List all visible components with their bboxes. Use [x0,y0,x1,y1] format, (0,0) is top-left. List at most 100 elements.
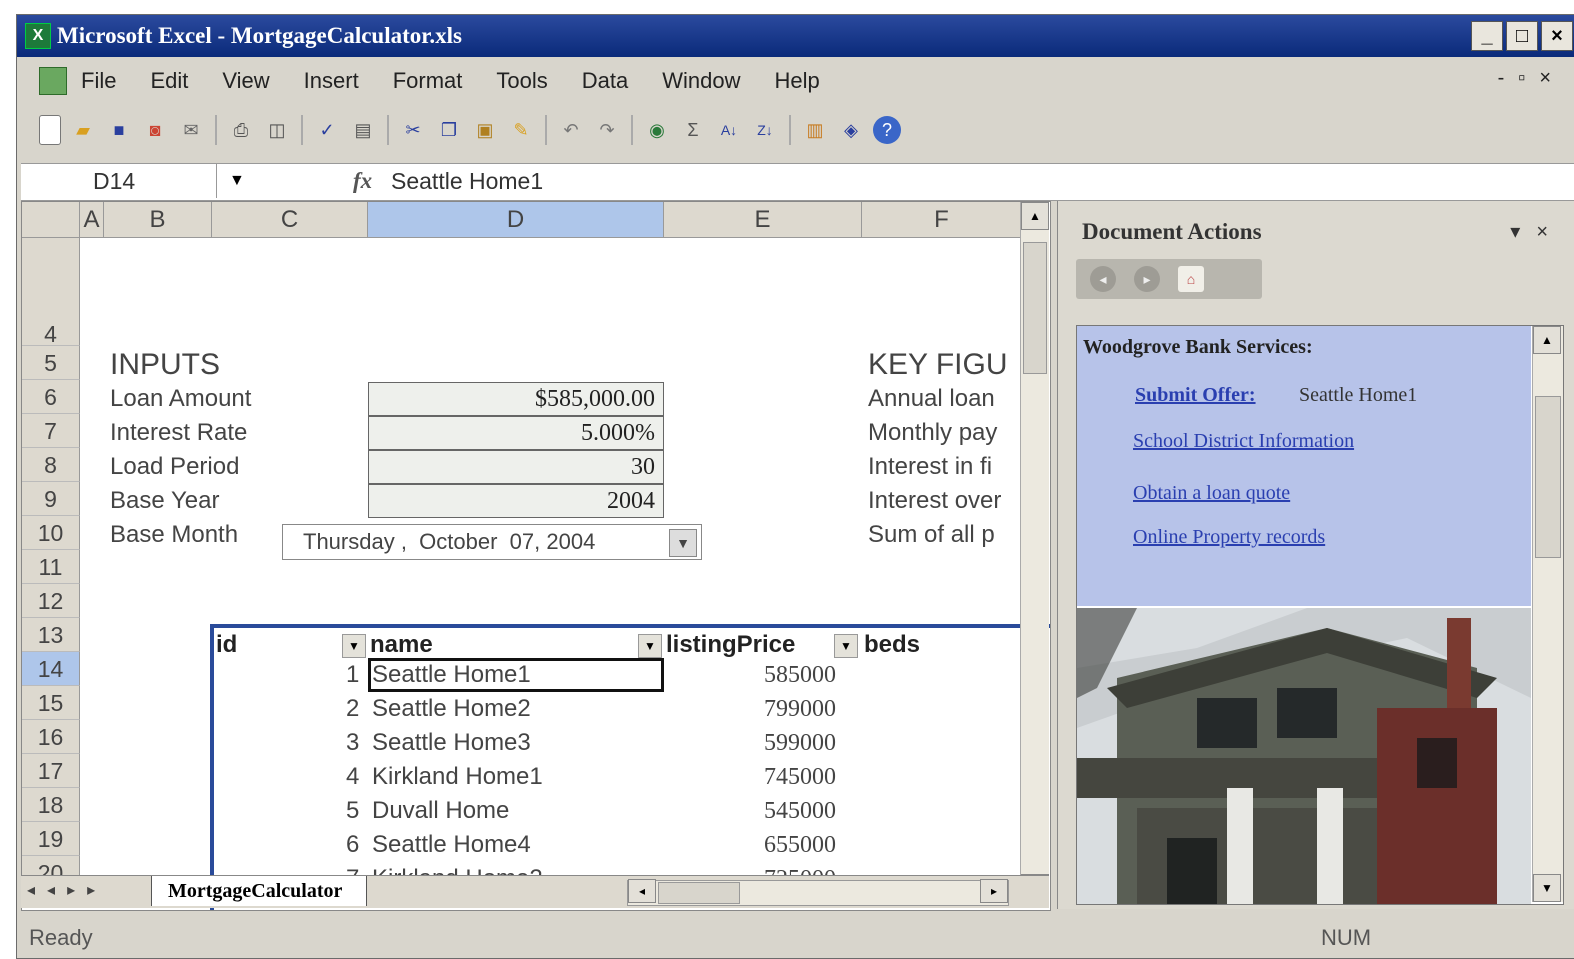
name-box[interactable]: D14 [21,164,217,198]
task-pane-scroll-thumb[interactable] [1535,396,1561,558]
scroll-left-icon[interactable]: ◂ [628,879,656,903]
save-icon[interactable]: ■ [105,116,133,144]
menu-help[interactable]: Help [774,68,819,94]
row-header-6[interactable]: 6 [22,380,80,414]
list-row-name[interactable]: Seattle Home4 [372,828,531,862]
list-row-id[interactable]: 4 [346,760,359,794]
forward-icon[interactable]: ▸ [1134,266,1160,292]
loan-quote-link[interactable]: Obtain a loan quote [1133,482,1290,505]
list-row-name[interactable]: Duvall Home [372,794,509,828]
row-header-4[interactable]: 4 [22,238,80,347]
row-header-18[interactable]: 18 [22,788,80,822]
list-row-price[interactable]: 655000 [764,828,836,862]
row-header-10[interactable]: 10 [22,516,80,550]
autosum-icon[interactable]: Σ [679,116,707,144]
list-row-name[interactable]: Kirkland Home1 [372,760,543,794]
back-icon[interactable]: ◂ [1090,266,1116,292]
list-row-id[interactable]: 1 [346,658,359,692]
list-row-id[interactable]: 6 [346,828,359,862]
workbook-window-controls[interactable]: -▫× [1498,67,1565,90]
row-header-7[interactable]: 7 [22,414,80,448]
scroll-thumb[interactable] [1023,242,1047,374]
submit-offer-link[interactable]: Submit Offer: [1135,384,1256,407]
row-header-5[interactable]: 5 [22,346,80,380]
print-icon[interactable]: ⎙ [227,116,255,144]
column-header-e[interactable]: E [664,202,862,238]
workbook-icon[interactable] [39,67,67,95]
menu-file[interactable]: File [81,68,116,94]
select-all-corner[interactable] [22,202,80,238]
menu-tools[interactable]: Tools [496,68,547,94]
horizontal-scrollbar[interactable]: ◂ ▸ [627,879,1009,906]
copy-icon[interactable]: ❐ [435,116,463,144]
menu-view[interactable]: View [222,68,269,94]
load-period-input[interactable]: 30 [368,450,664,484]
vertical-scrollbar[interactable]: ▲ ▼ [1020,202,1049,902]
filter-dropdown-icon[interactable]: ▼ [638,634,662,658]
email-icon[interactable]: ✉ [177,116,205,144]
name-box-dropdown-icon[interactable]: ▼ [229,164,245,198]
paste-icon[interactable]: ▣ [471,116,499,144]
base-month-date-picker[interactable]: Thursday , October 07, 2004 ▼ [282,524,702,560]
scroll-up-icon[interactable]: ▲ [1533,326,1561,354]
filter-dropdown-icon[interactable]: ▼ [342,634,366,658]
row-header-9[interactable]: 9 [22,482,80,516]
redo-icon[interactable]: ↷ [593,116,621,144]
school-district-link[interactable]: School District Information [1133,430,1354,453]
help-icon[interactable]: ? [873,116,901,144]
row-header-15[interactable]: 15 [22,686,80,720]
list-row-name[interactable]: Seattle Home2 [372,692,531,726]
hyperlink-icon[interactable]: ◉ [643,116,671,144]
list-row-name[interactable]: Seattle Home3 [372,726,531,760]
date-dropdown-icon[interactable]: ▼ [669,529,697,557]
chart-wizard-icon[interactable]: ▥ [801,116,829,144]
insert-function-icon[interactable]: fx [353,164,372,198]
active-cell-d14[interactable] [368,658,664,692]
undo-icon[interactable]: ↶ [557,116,585,144]
filter-dropdown-icon[interactable]: ▼ [834,634,858,658]
open-icon[interactable]: ▰ [69,116,97,144]
row-header-11[interactable]: 11 [22,550,80,584]
scroll-down-icon[interactable]: ▼ [1533,874,1561,902]
base-year-input[interactable]: 2004 [368,484,664,518]
horizontal-scroll-thumb[interactable] [658,882,740,904]
list-row-id[interactable]: 2 [346,692,359,726]
close-button[interactable]: × [1541,21,1573,51]
scroll-right-icon[interactable]: ▸ [980,879,1008,903]
column-header-f[interactable]: F [862,202,1022,238]
home-icon[interactable]: ⌂ [1178,266,1204,292]
row-header-17[interactable]: 17 [22,754,80,788]
new-icon[interactable] [39,115,61,145]
column-header-d[interactable]: D [368,202,664,238]
format-painter-icon[interactable]: ✎ [507,116,535,144]
task-pane-controls[interactable]: ▾× [1510,219,1564,244]
row-header-12[interactable]: 12 [22,584,80,618]
sort-ascending-icon[interactable]: A↓ [715,116,743,144]
worksheet-grid[interactable]: A B C D E F 4 5 6 7 8 9 10 11 12 13 14 1… [21,201,1051,911]
sort-descending-icon[interactable]: Z↓ [751,116,779,144]
list-row-price[interactable]: 799000 [764,692,836,726]
column-header-b[interactable]: B [104,202,212,238]
tab-navigation-icons[interactable]: ◂◂▸▸ [27,880,107,900]
menu-insert[interactable]: Insert [304,68,359,94]
minimize-button[interactable]: _ [1471,21,1503,51]
menu-window[interactable]: Window [662,68,740,94]
row-header-19[interactable]: 19 [22,822,80,856]
permission-icon[interactable]: ◙ [141,116,169,144]
column-header-a[interactable]: A [80,202,104,238]
list-row-price[interactable]: 545000 [764,794,836,828]
research-icon[interactable]: ▤ [349,116,377,144]
list-row-id[interactable]: 5 [346,794,359,828]
property-records-link[interactable]: Online Property records [1133,526,1325,549]
row-header-13[interactable]: 13 [22,618,80,652]
list-row-price[interactable]: 745000 [764,760,836,794]
row-header-8[interactable]: 8 [22,448,80,482]
sheet-tab-mortgage-calculator[interactable]: MortgageCalculator [151,876,368,906]
task-pane-scrollbar[interactable]: ▲ ▼ [1532,326,1563,902]
drawing-icon[interactable]: ◈ [837,116,865,144]
interest-rate-input[interactable]: 5.000% [368,416,664,450]
list-row-id[interactable]: 3 [346,726,359,760]
list-row-price[interactable]: 599000 [764,726,836,760]
loan-amount-input[interactable]: $585,000.00 [368,382,664,416]
menu-data[interactable]: Data [582,68,628,94]
